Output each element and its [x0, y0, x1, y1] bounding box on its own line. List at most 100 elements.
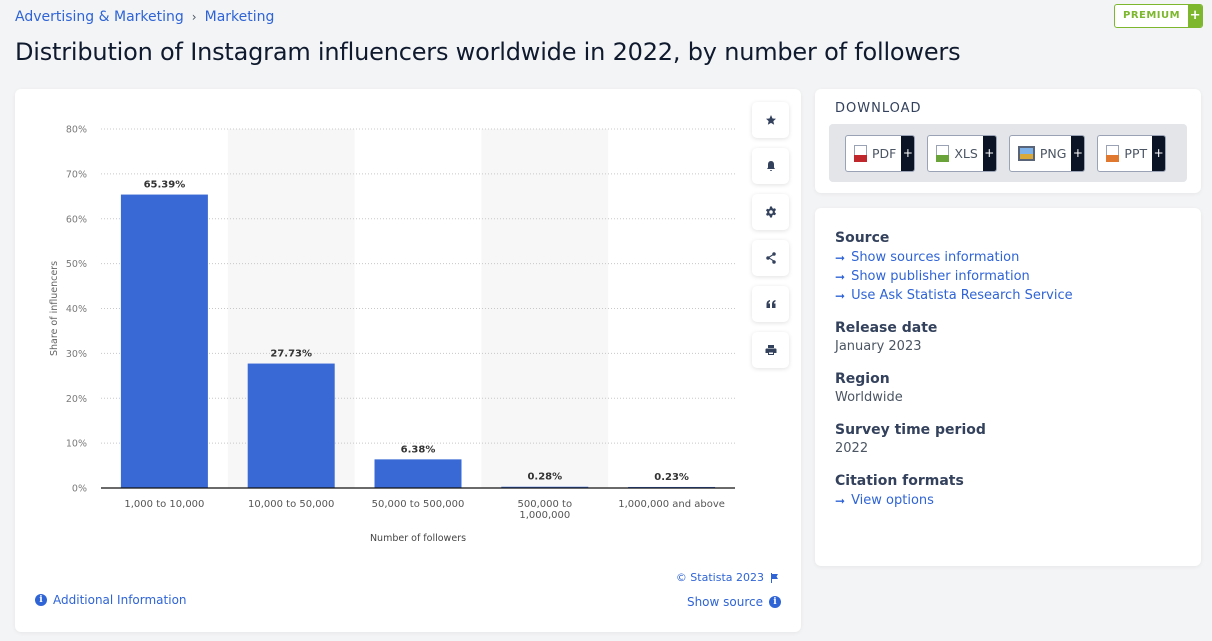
data-label: 0.28%	[527, 472, 562, 483]
breadcrumb-item-marketing[interactable]: Marketing	[205, 9, 275, 25]
additional-information-label: Additional Information	[53, 593, 187, 607]
flag-icon	[771, 572, 778, 583]
y-tick-label: 0%	[72, 484, 87, 495]
x-axis-title: Number of followers	[370, 533, 466, 544]
data-label: 6.38%	[401, 444, 436, 455]
chart-card: 0% 10% 20% 30% 40% 50% 60% 70% 80% 65.39% 1,000 to…	[15, 89, 801, 632]
y-tick-label: 80%	[66, 125, 87, 136]
statista-copyright[interactable]: © Statista 2023	[676, 571, 779, 584]
plus-icon: +	[1188, 5, 1203, 27]
show-sources-label: Show sources information	[851, 250, 1020, 265]
source-section: Source ➞ Show sources information ➞ Show p…	[835, 230, 1181, 303]
plus-icon[interactable]: +	[1152, 135, 1166, 171]
release-date-section: Release date January 2023	[835, 320, 1181, 354]
show-publisher-link[interactable]: ➞ Show publisher information	[835, 269, 1181, 284]
additional-information-link[interactable]: i Additional Information	[35, 593, 187, 607]
view-options-link[interactable]: ➞ View options	[835, 493, 1181, 508]
x-tick-label: 1,000 to 10,000	[124, 499, 204, 510]
show-source-link[interactable]: Show source i	[687, 595, 781, 609]
download-xls-button[interactable]: XLS +	[927, 134, 997, 172]
y-tick-label: 20%	[66, 394, 87, 405]
xls-file-icon	[936, 144, 950, 162]
page-title: Distribution of Instagram influencers wo…	[15, 38, 961, 66]
share-icon	[765, 252, 776, 264]
ask-statista-label: Use Ask Statista Research Service	[851, 288, 1073, 303]
bar	[374, 459, 462, 488]
y-tick-label: 40%	[66, 304, 87, 315]
bar	[247, 363, 335, 488]
png-image-icon	[1017, 145, 1035, 161]
x-tick-label: 10,000 to 50,000	[248, 499, 334, 510]
breadcrumb-separator: ›	[191, 10, 197, 24]
pdf-file-icon	[854, 144, 867, 162]
survey-period-section: Survey time period 2022	[835, 422, 1181, 456]
y-tick-label: 10%	[66, 439, 87, 450]
arrow-right-icon: ➞	[835, 250, 846, 265]
region-heading: Region	[835, 371, 890, 387]
premium-badge[interactable]: PREMIUM +	[1114, 4, 1204, 28]
star-icon	[765, 115, 776, 125]
bell-icon	[766, 161, 775, 171]
print-button[interactable]	[752, 332, 789, 368]
quote-icon	[766, 300, 775, 308]
ask-statista-link[interactable]: ➞ Use Ask Statista Research Service	[835, 288, 1181, 303]
gear-icon	[765, 206, 776, 218]
survey-period-value: 2022	[835, 441, 869, 456]
citation-heading: Citation formats	[835, 473, 964, 489]
arrow-right-icon: ➞	[835, 493, 846, 508]
x-tick-label: 50,000 to 500,000	[372, 499, 465, 510]
bar	[120, 194, 208, 488]
x-tick-label: 1,000,000 and above	[618, 499, 725, 510]
settings-button[interactable]	[752, 194, 789, 230]
y-tick-label: 30%	[66, 349, 87, 360]
download-options: PDF + XLS + PNG + PPT +	[829, 124, 1187, 182]
y-tick-label: 50%	[66, 259, 87, 270]
cite-button[interactable]	[752, 286, 789, 322]
data-label: 65.39%	[144, 180, 186, 191]
download-title: DOWNLOAD	[835, 101, 922, 116]
release-date-heading: Release date	[835, 320, 938, 336]
print-icon	[765, 345, 776, 355]
share-button[interactable]	[752, 240, 789, 276]
download-pdf-button[interactable]: PDF +	[845, 134, 916, 172]
download-ppt-button[interactable]: PPT +	[1097, 134, 1167, 172]
y-tick-label: 70%	[66, 169, 87, 180]
breadcrumb-item-advertising[interactable]: Advertising & Marketing	[15, 9, 184, 25]
download-card: DOWNLOAD PDF + XLS + PNG + PPT +	[815, 89, 1201, 193]
data-label: 0.23%	[654, 472, 689, 483]
info-icon: i	[35, 594, 47, 606]
show-publisher-label: Show publisher information	[851, 269, 1030, 284]
plus-icon[interactable]: +	[1071, 135, 1085, 171]
notification-button[interactable]	[752, 148, 789, 184]
y-tick-label: 60%	[66, 214, 87, 225]
download-pdf-label: PDF	[872, 145, 897, 161]
source-heading: Source	[835, 230, 890, 246]
show-sources-link[interactable]: ➞ Show sources information	[835, 250, 1181, 265]
show-source-label: Show source	[686, 595, 763, 609]
plus-icon[interactable]: +	[901, 135, 915, 171]
info-icon: i	[769, 596, 781, 608]
release-date-value: January 2023	[835, 339, 922, 354]
plus-icon[interactable]: +	[982, 135, 996, 171]
breadcrumb: Advertising & Marketing › Marketing	[15, 9, 274, 25]
region-section: Region Worldwide	[835, 371, 1181, 405]
download-png-label: PNG	[1039, 145, 1067, 161]
chart-toolbar	[752, 102, 789, 368]
survey-period-heading: Survey time period	[835, 422, 986, 438]
download-ppt-label: PPT	[1124, 145, 1148, 161]
x-tick-label: 500,000 to	[518, 499, 573, 510]
ppt-file-icon	[1106, 144, 1120, 162]
arrow-right-icon: ➞	[835, 288, 846, 303]
download-xls-label: XLS	[954, 145, 978, 161]
premium-label: PREMIUM	[1123, 10, 1181, 21]
favorite-button[interactable]	[752, 102, 789, 138]
citation-section: Citation formats ➞ View options	[835, 473, 1181, 508]
arrow-right-icon: ➞	[835, 269, 846, 284]
data-label: 27.73%	[270, 349, 312, 360]
region-value: Worldwide	[835, 390, 903, 405]
bar-chart: 0% 10% 20% 30% 40% 50% 60% 70% 80% 65.39% 1,000 to…	[49, 125, 735, 544]
statistic-info-card: Source ➞ Show sources information ➞ Show p…	[815, 208, 1201, 566]
download-png-button[interactable]: PNG +	[1008, 134, 1086, 172]
x-tick-label: 1,000,000	[519, 510, 570, 521]
view-options-label: View options	[851, 493, 934, 508]
